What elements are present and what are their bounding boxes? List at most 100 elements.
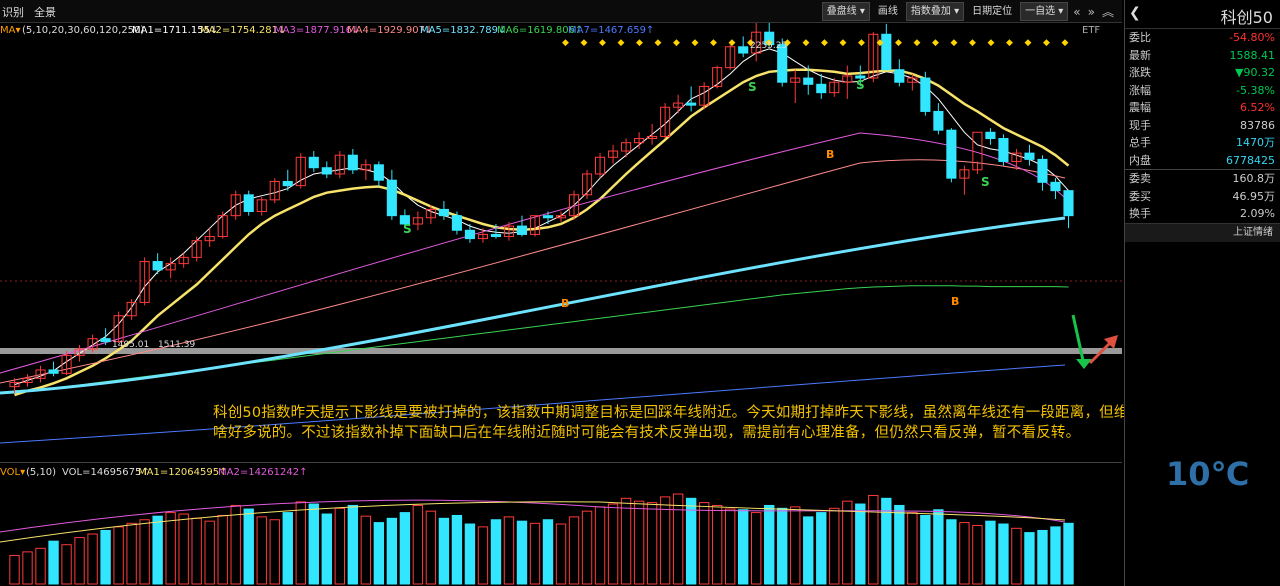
candle-body[interactable] [985,131,996,140]
candle-body[interactable] [490,233,502,238]
candle-body[interactable] [998,138,1009,162]
index-overlay-button[interactable]: 指数叠加 ▾ [905,2,965,21]
volume-bar [724,508,736,585]
date-locate-button[interactable]: 日期定位 [967,2,1017,21]
volume-bar [646,502,658,585]
market-sentiment-tab[interactable]: 上证情绪 [1125,222,1280,242]
candle-body[interactable] [686,102,697,106]
ma-menu[interactable]: MA▾ [0,25,21,36]
candle-body[interactable] [516,225,528,235]
volume-bar [438,517,450,585]
signal-diamond: ◆ [673,38,680,48]
candle-body[interactable] [100,338,111,343]
quote-key: 现手 [1129,118,1151,132]
signal-diamond: ◆ [895,38,902,48]
quote-row: 涨幅 -5.38% [1125,82,1280,100]
signal-diamond: ◆ [858,38,865,48]
candle-body[interactable] [1024,152,1035,160]
vol-ma2: MA2=14261242↑ [218,467,308,478]
volume-bar [35,547,46,585]
signal-diamond: ◆ [618,38,625,48]
volume-bar [61,544,72,585]
low-label-left: 1495.01 [112,340,149,350]
volume-bar [972,524,983,585]
quote-value: -54.80% [1229,31,1275,44]
draw-line-button[interactable]: 画线 [873,2,903,21]
volume-bar [373,522,385,585]
candle-body[interactable] [933,110,944,131]
volume-bar [516,520,528,585]
candle-body[interactable] [451,215,462,231]
price-chart[interactable]: MA▾ (5,10,20,30,60,120,250) MA1=1711.155… [0,23,1122,460]
candle-body[interactable] [347,154,358,171]
quote-key: 换手 [1129,207,1151,220]
candle-body[interactable] [48,369,59,374]
quote-value: 6.52% [1240,101,1275,114]
volume-bar [920,514,931,585]
quote-row: 涨跌 ▼90.32 [1125,64,1280,82]
signal-diamond: ◆ [1025,38,1032,48]
quote-key: 震幅 [1129,101,1151,114]
vol-menu[interactable]: VOL▾ [0,467,25,478]
signal-diamond: ◆ [581,38,588,48]
quote-row: 换手 2.09% [1125,205,1280,223]
signal-diamond: ◆ [821,38,828,48]
quote-row: 震幅 6.52% [1125,99,1280,117]
candle-body[interactable] [438,208,449,217]
sell-signal: S [856,78,865,92]
tool-panorama[interactable]: 全景 [34,4,56,20]
double-left-icon[interactable]: « [1071,5,1082,19]
volume-bar [178,513,189,585]
volume-bar [321,513,332,585]
candle-body[interactable] [308,156,319,169]
volume-bar [477,526,489,585]
candle-body[interactable] [321,167,332,175]
double-right-icon[interactable]: » [1086,5,1097,19]
back-icon[interactable]: ❮ [1129,5,1141,21]
candle-body[interactable] [373,164,384,181]
candle-body[interactable] [282,180,293,187]
volume-bar [87,533,98,585]
candle-body[interactable] [946,129,957,179]
candle-body[interactable] [920,77,931,112]
candle-body[interactable] [1050,181,1061,192]
volume-chart[interactable]: VOL▾ (5,10) VOL=14695675↑ MA1=12064595↑ … [0,462,1122,586]
signal-diamond: ◆ [1006,38,1013,48]
quote-value: 83786 [1240,118,1275,132]
high-price-label: 2255.25 [750,41,787,51]
tool-identify[interactable]: 识别 [2,4,24,20]
watchlist-button[interactable]: 一自选 ▾ [1020,2,1069,21]
candle-body[interactable] [542,215,554,219]
candle-body[interactable] [1037,158,1048,183]
volume-bar [594,506,606,585]
quote-key: 最新 [1129,48,1151,62]
volume-bar [790,506,801,585]
quote-value: 2.09% [1240,207,1275,220]
quote-key: 总手 [1129,136,1151,149]
candle-body[interactable] [152,261,163,271]
volume-bar [946,519,957,585]
volume-bar [451,514,463,585]
signal-diamond: ◆ [1043,38,1050,48]
etf-label: ETF [1082,25,1100,36]
buy-signal: B [561,297,569,310]
candle-body[interactable] [816,83,827,94]
candle-body[interactable] [243,194,254,213]
volume-bar [152,515,163,585]
overlay-line-button[interactable]: 叠盘线 ▾ [821,2,870,21]
volume-bar [22,551,33,585]
down-arrowhead-icon [1076,359,1092,369]
signal-diamond: ◆ [1062,38,1069,48]
volume-bar [295,501,306,585]
candle-body[interactable] [386,179,397,217]
down-arrow-icon [1071,314,1086,366]
candle-body[interactable] [1063,190,1074,217]
signal-diamond: ◆ [914,38,921,48]
volume-bar [399,512,411,585]
signal-diamond: ◆ [655,38,662,48]
volume-bar [165,512,176,585]
candle-body[interactable] [464,229,475,240]
double-up-icon[interactable]: ︽ [1100,3,1116,20]
candle-body[interactable] [803,77,814,85]
candle-body[interactable] [894,69,905,83]
